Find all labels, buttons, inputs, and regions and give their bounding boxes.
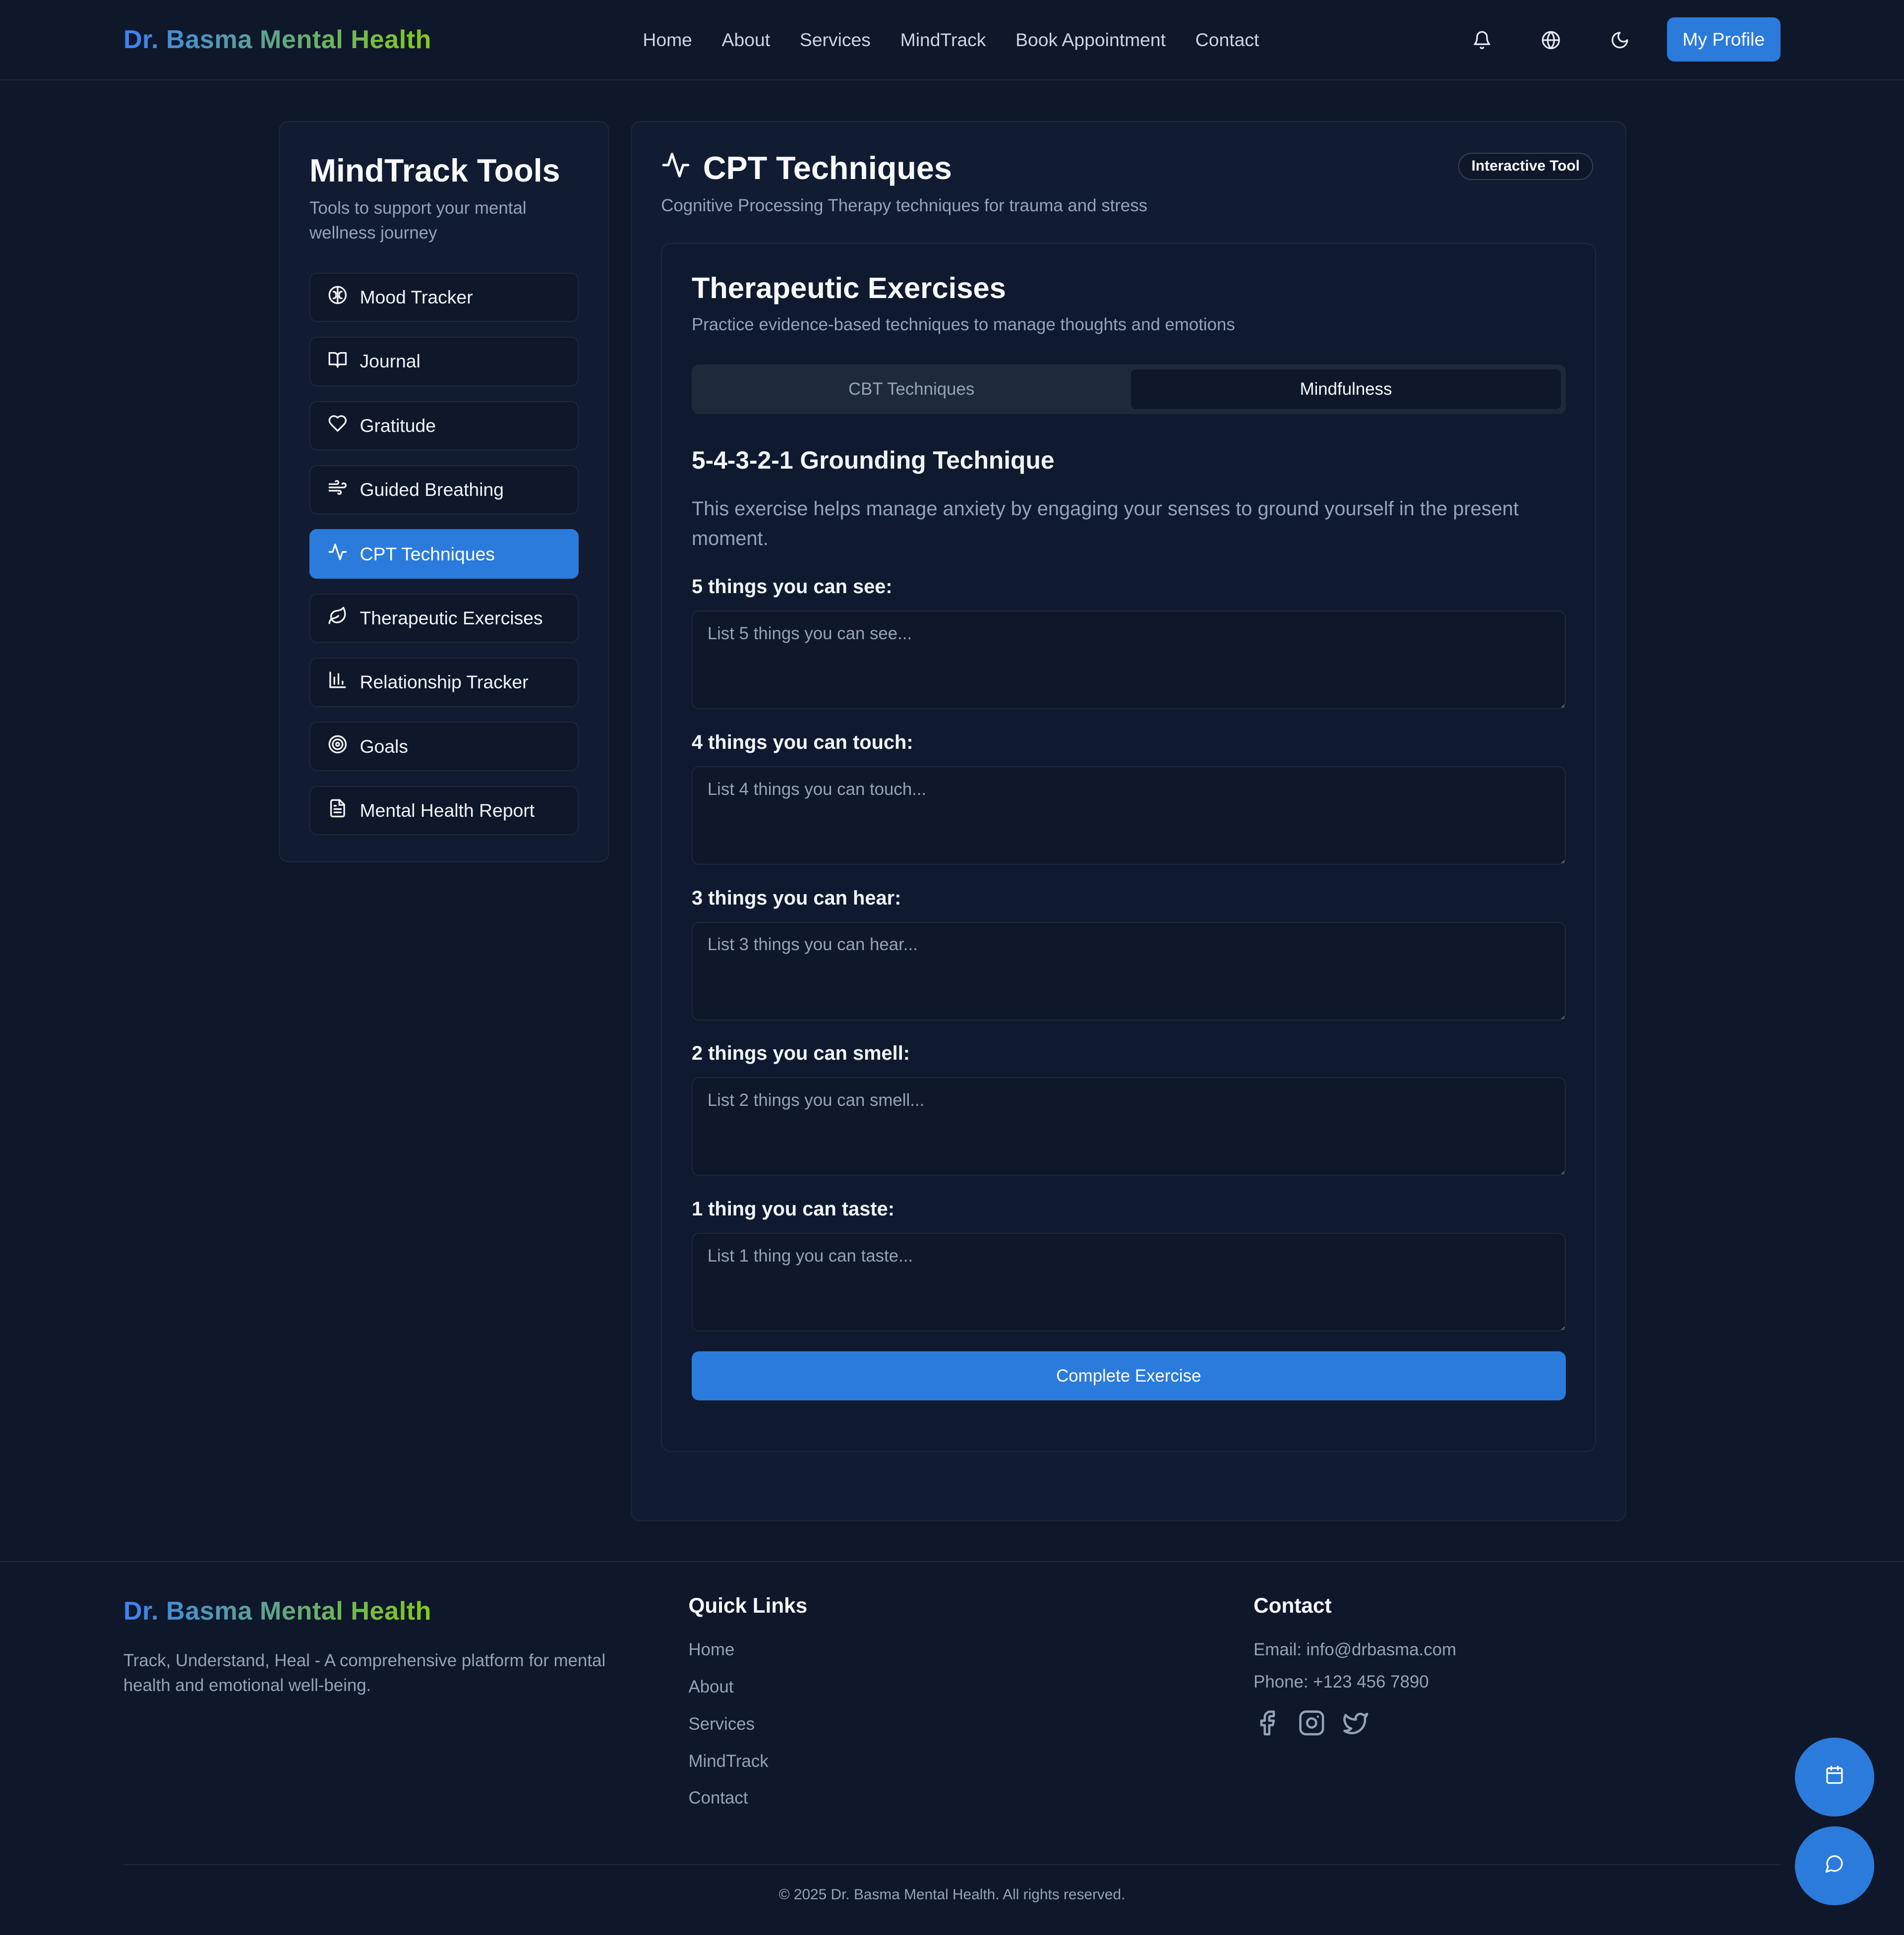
exercises-card: Therapeutic Exercises Practice evidence-… [661,242,1597,1452]
brain-icon [328,285,348,309]
sidebar-item-label: Therapeutic Exercises [359,607,543,628]
sidebar-item-label: Mood Tracker [359,287,473,308]
sidebar-item-mood-tracker[interactable]: Mood Tracker [309,272,579,322]
sidebar-item-mental-health-report[interactable]: Mental Health Report [309,786,579,836]
sidebar-item-relationship-tracker[interactable]: Relationship Tracker [309,658,579,707]
sidebar-item-gratitude[interactable]: Gratitude [309,401,579,451]
interactive-tool-badge: Interactive Tool [1458,153,1593,180]
target-icon [328,734,348,759]
page: Dr. Basma Mental Health Home About Servi… [0,0,1904,1935]
see-input[interactable] [691,610,1566,710]
file-text-icon [328,798,348,823]
activity-icon [661,150,691,185]
card-subtitle: Practice evidence-based techniques to ma… [691,315,1235,335]
sidebar-title: MindTrack Tools [309,152,560,188]
technique-tabs: CBT Techniques Mindfulness [691,364,1566,414]
see-label: 5 things you can see: [691,576,892,598]
panel-header: CPT Techniques [661,149,1596,186]
main-nav: Home About Services MindTrack Book Appoi… [643,0,1259,80]
taste-label: 1 thing you can taste: [691,1198,895,1220]
social-links [1253,1709,1456,1742]
footer-tagline: Track, Understand, Heal - A comprehensiv… [123,1651,606,1695]
hear-label: 3 things you can hear: [691,887,901,909]
touch-label: 4 things you can touch: [691,731,913,754]
footer-about: Dr. Basma Mental Health Track, Understan… [123,1594,642,1697]
sidebar-item-label: Gratitude [359,415,436,436]
cpt-panel: CPT Techniques Interactive Tool Cognitiv… [630,121,1626,1522]
nav-home[interactable]: Home [643,29,692,51]
activity-icon [328,542,348,566]
tab-mindfulness[interactable]: Mindfulness [1131,369,1561,409]
exercise-title: 5-4-3-2-1 Grounding Technique [691,446,1055,475]
hear-input[interactable] [691,921,1566,1021]
calendar-icon [1825,1765,1844,1789]
contact-title: Contact [1253,1594,1332,1618]
footer-link-mindtrack[interactable]: MindTrack [688,1752,807,1771]
nav-about[interactable]: About [722,29,771,51]
nav-services[interactable]: Services [800,29,871,51]
card-title: Therapeutic Exercises [691,271,1006,305]
sidebar-item-journal[interactable]: Journal [309,337,579,386]
nav-mindtrack[interactable]: MindTrack [900,29,986,51]
globe-icon[interactable] [1537,27,1564,54]
sidebar-item-label: CPT Techniques [359,543,495,564]
moon-icon[interactable] [1606,27,1634,54]
heart-icon [328,414,348,438]
sidebar-item-label: Relationship Tracker [359,671,529,693]
footer-link-contact[interactable]: Contact [688,1788,807,1808]
sidebar-item-label: Goals [359,735,409,757]
facebook-icon[interactable] [1253,1709,1281,1742]
footer-link-services[interactable]: Services [688,1714,807,1734]
chat-fab-button[interactable] [1795,1826,1874,1905]
footer-link-about[interactable]: About [688,1677,807,1697]
bell-icon[interactable] [1468,27,1495,54]
sidebar-item-label: Mental Health Report [359,800,535,821]
bar-chart-icon [328,670,348,694]
site-header: Dr. Basma Mental Health Home About Servi… [0,0,1904,80]
smell-label: 2 things you can smell: [691,1042,910,1065]
sidebar-item-label: Journal [359,351,420,372]
tab-cbt-techniques[interactable]: CBT Techniques [697,369,1126,409]
sidebar-subtitle: Tools to support your mental wellness jo… [309,198,527,243]
mindtrack-sidebar: MindTrack Tools Tools to support your me… [279,121,610,863]
page-title: CPT Techniques [703,149,952,186]
touch-input[interactable] [691,766,1566,865]
contact-email: Email: info@drbasma.com [1253,1640,1457,1660]
book-open-icon [328,350,348,374]
sidebar-item-label: Guided Breathing [359,479,504,500]
footer-link-home[interactable]: Home [688,1640,807,1660]
chat-icon [1825,1854,1844,1878]
sidebar-item-guided-breathing[interactable]: Guided Breathing [309,465,579,515]
brand-logo[interactable]: Dr. Basma Mental Health [123,25,431,55]
copyright: © 2025 Dr. Basma Mental Health. All righ… [123,1864,1781,1903]
quick-links-title: Quick Links [688,1594,808,1618]
header-actions [1468,0,1633,80]
nav-contact[interactable]: Contact [1195,29,1259,51]
complete-exercise-button[interactable]: Complete Exercise [691,1351,1566,1401]
contact-phone: Phone: +123 456 7890 [1253,1672,1429,1692]
wind-icon [328,478,348,502]
footer-brand: Dr. Basma Mental Health [123,1597,432,1626]
footer-contact: Contact Email: info@drbasma.com Phone: +… [1253,1594,1456,1741]
twitter-icon[interactable] [1342,1709,1369,1742]
smell-input[interactable] [691,1077,1566,1176]
instagram-icon[interactable] [1298,1709,1325,1742]
nav-book-appointment[interactable]: Book Appointment [1015,29,1166,51]
exercise-intro: This exercise helps manage anxiety by en… [691,498,1519,549]
taste-input[interactable] [691,1233,1566,1332]
sidebar-item-cpt-techniques[interactable]: CPT Techniques [309,529,579,579]
calendar-fab-button[interactable] [1795,1737,1874,1816]
site-footer: Dr. Basma Mental Health Track, Understan… [0,1561,1904,1935]
sidebar-item-goals[interactable]: Goals [309,722,579,772]
sidebar-item-therapeutic-exercises[interactable]: Therapeutic Exercises [309,593,579,643]
page-description: Cognitive Processing Therapy techniques … [661,196,1148,216]
my-profile-button[interactable]: My Profile [1666,17,1781,62]
footer-quick-links: Quick Links Home About Services MindTrac… [688,1594,807,1825]
leaf-icon [328,606,348,630]
